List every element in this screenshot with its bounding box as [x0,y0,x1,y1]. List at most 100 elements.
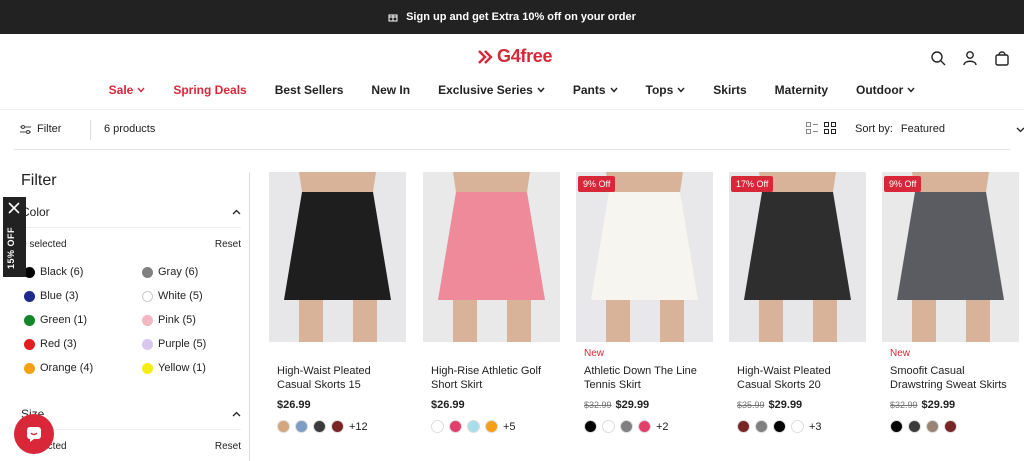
more-colors-count[interactable]: +2 [656,421,669,433]
color-option[interactable]: Green (1) [24,314,142,326]
swatch-button[interactable] [449,420,462,433]
nav-item-8[interactable]: Maternity [761,83,842,97]
product-price: $32.99 $29.99 [890,399,955,411]
product-name[interactable]: High-Waist Pleated Casual Skorts 15 [277,364,405,392]
swatch-button[interactable] [602,420,615,433]
color-option[interactable]: White (5) [142,290,242,302]
more-colors-count[interactable]: +12 [349,421,368,433]
color-swatch-icon [24,362,35,374]
color-option[interactable]: Orange (4) [24,362,142,374]
more-colors-count[interactable]: +3 [809,421,822,433]
sale-price: $26.99 [431,399,465,411]
color-option[interactable]: Gray (6) [142,266,242,278]
nav-item-label: Best Sellers [274,83,344,97]
nav-item-label: Outdoor [856,83,904,97]
product-name[interactable]: Athletic Down The Line Tennis Skirt [584,364,712,392]
more-colors-count[interactable]: +5 [503,421,516,433]
list-view-icon[interactable] [806,122,818,134]
main-nav: Sale Spring Deals Best Sellers New In Exclus… [0,83,1024,97]
swatch-button[interactable] [584,420,597,433]
product-image[interactable] [423,172,560,342]
color-option[interactable]: Yellow (1) [142,362,242,374]
color-swatches: +3 [737,420,822,433]
color-option[interactable]: Blue (3) [24,290,142,302]
nav-item-2[interactable]: Best Sellers [261,83,358,97]
swatch-button[interactable] [313,420,326,433]
close-icon[interactable] [7,201,21,215]
chevron-down-icon [677,87,685,93]
discount-badge: 9% Off [884,176,922,192]
swatch-button[interactable] [890,420,903,433]
filter-toggle[interactable]: Filter [20,123,61,135]
color-option[interactable]: Black (6) [24,266,142,278]
color-option[interactable]: Purple (5) [142,338,242,350]
collection-toolbar: Filter 6 products Sort by: Featured [14,110,1024,150]
nav-item-1[interactable]: Spring Deals [159,83,260,97]
account-icon[interactable] [962,50,978,66]
swatch-button[interactable] [277,420,290,433]
product-price: $32.99 $29.99 [584,399,649,411]
nav-item-label: Exclusive Series [438,83,533,97]
nav-item-9[interactable]: Outdoor [842,83,929,97]
swatch-button[interactable] [926,420,939,433]
product-card[interactable]: 9% Off New Smoofit Casual Drawstring Sweat… [882,172,1019,433]
product-name[interactable]: Smoofit Casual Drawstring Sweat Skirts [890,364,1018,392]
nav-item-7[interactable]: Skirts [699,83,760,97]
size-reset-link[interactable]: Reset [215,441,241,452]
product-name[interactable]: High-Waist Pleated Casual Skorts 20 [737,364,865,392]
nav-item-5[interactable]: Pants [559,83,632,97]
swatch-button[interactable] [638,420,651,433]
color-swatch-icon [24,338,35,350]
nav-item-0[interactable]: Sale [95,83,160,97]
swatch-button[interactable] [331,420,344,433]
swatch-button[interactable] [944,420,957,433]
size-filter-header[interactable]: Size [21,404,241,430]
product-image[interactable]: 9% Off [882,172,1019,342]
product-image[interactable]: 17% Off [729,172,866,342]
color-option-label: Purple (5) [158,338,207,350]
product-card[interactable]: High-Waist Pleated Casual Skorts 15 $26.9… [269,172,406,433]
nav-item-6[interactable]: Tops [632,83,700,97]
cart-icon[interactable] [994,50,1010,66]
product-image-art [423,172,560,342]
color-option[interactable]: Pink (5) [142,314,242,326]
color-option-label: Blue (3) [40,290,79,302]
swatch-button[interactable] [431,420,444,433]
color-option-label: Orange (4) [40,362,94,374]
product-price: $26.99 [277,399,311,411]
color-filter-header[interactable]: Color [21,202,241,228]
promo-side-tab[interactable]: 15% OFF [3,197,26,277]
color-options: Black (6) Gray (6) Blue (3) White (5) Green … [24,266,244,374]
nav-item-4[interactable]: Exclusive Series [424,83,559,97]
brand-logo[interactable]: G4free [477,46,553,67]
sale-price: $26.99 [277,399,311,411]
color-reset-link[interactable]: Reset [215,239,241,250]
product-image[interactable]: 9% Off [576,172,713,342]
chat-button[interactable] [14,414,54,454]
product-card[interactable]: 9% Off New Athletic Down The Line Tennis S… [576,172,713,433]
swatch-button[interactable] [773,420,786,433]
swatch-button[interactable] [737,420,750,433]
grid-view-icon[interactable] [824,122,836,134]
nav-item-label: Spring Deals [173,83,247,97]
product-card[interactable]: 17% Off High-Waist Pleated Casual Skorts … [729,172,866,433]
color-option-label: Green (1) [40,314,88,326]
swatch-button[interactable] [485,420,498,433]
sort-dropdown[interactable]: Sort by: Featured [855,123,1024,135]
nav-item-3[interactable]: New In [357,83,424,97]
swatch-button[interactable] [755,420,768,433]
product-card[interactable]: High-Rise Athletic Golf Short Skirt $26.9… [423,172,560,433]
color-swatch-icon [24,290,35,302]
swatch-button[interactable] [467,420,480,433]
product-image[interactable] [269,172,406,342]
swatch-button[interactable] [908,420,921,433]
product-name[interactable]: High-Rise Athletic Golf Short Skirt [431,364,559,392]
chevron-down-icon [137,87,145,93]
color-option[interactable]: Red (3) [24,338,142,350]
search-icon[interactable] [930,50,946,66]
original-price: $32.99 [890,400,918,410]
sidebar-title: Filter [21,172,57,189]
swatch-button[interactable] [295,420,308,433]
swatch-button[interactable] [791,420,804,433]
swatch-button[interactable] [620,420,633,433]
